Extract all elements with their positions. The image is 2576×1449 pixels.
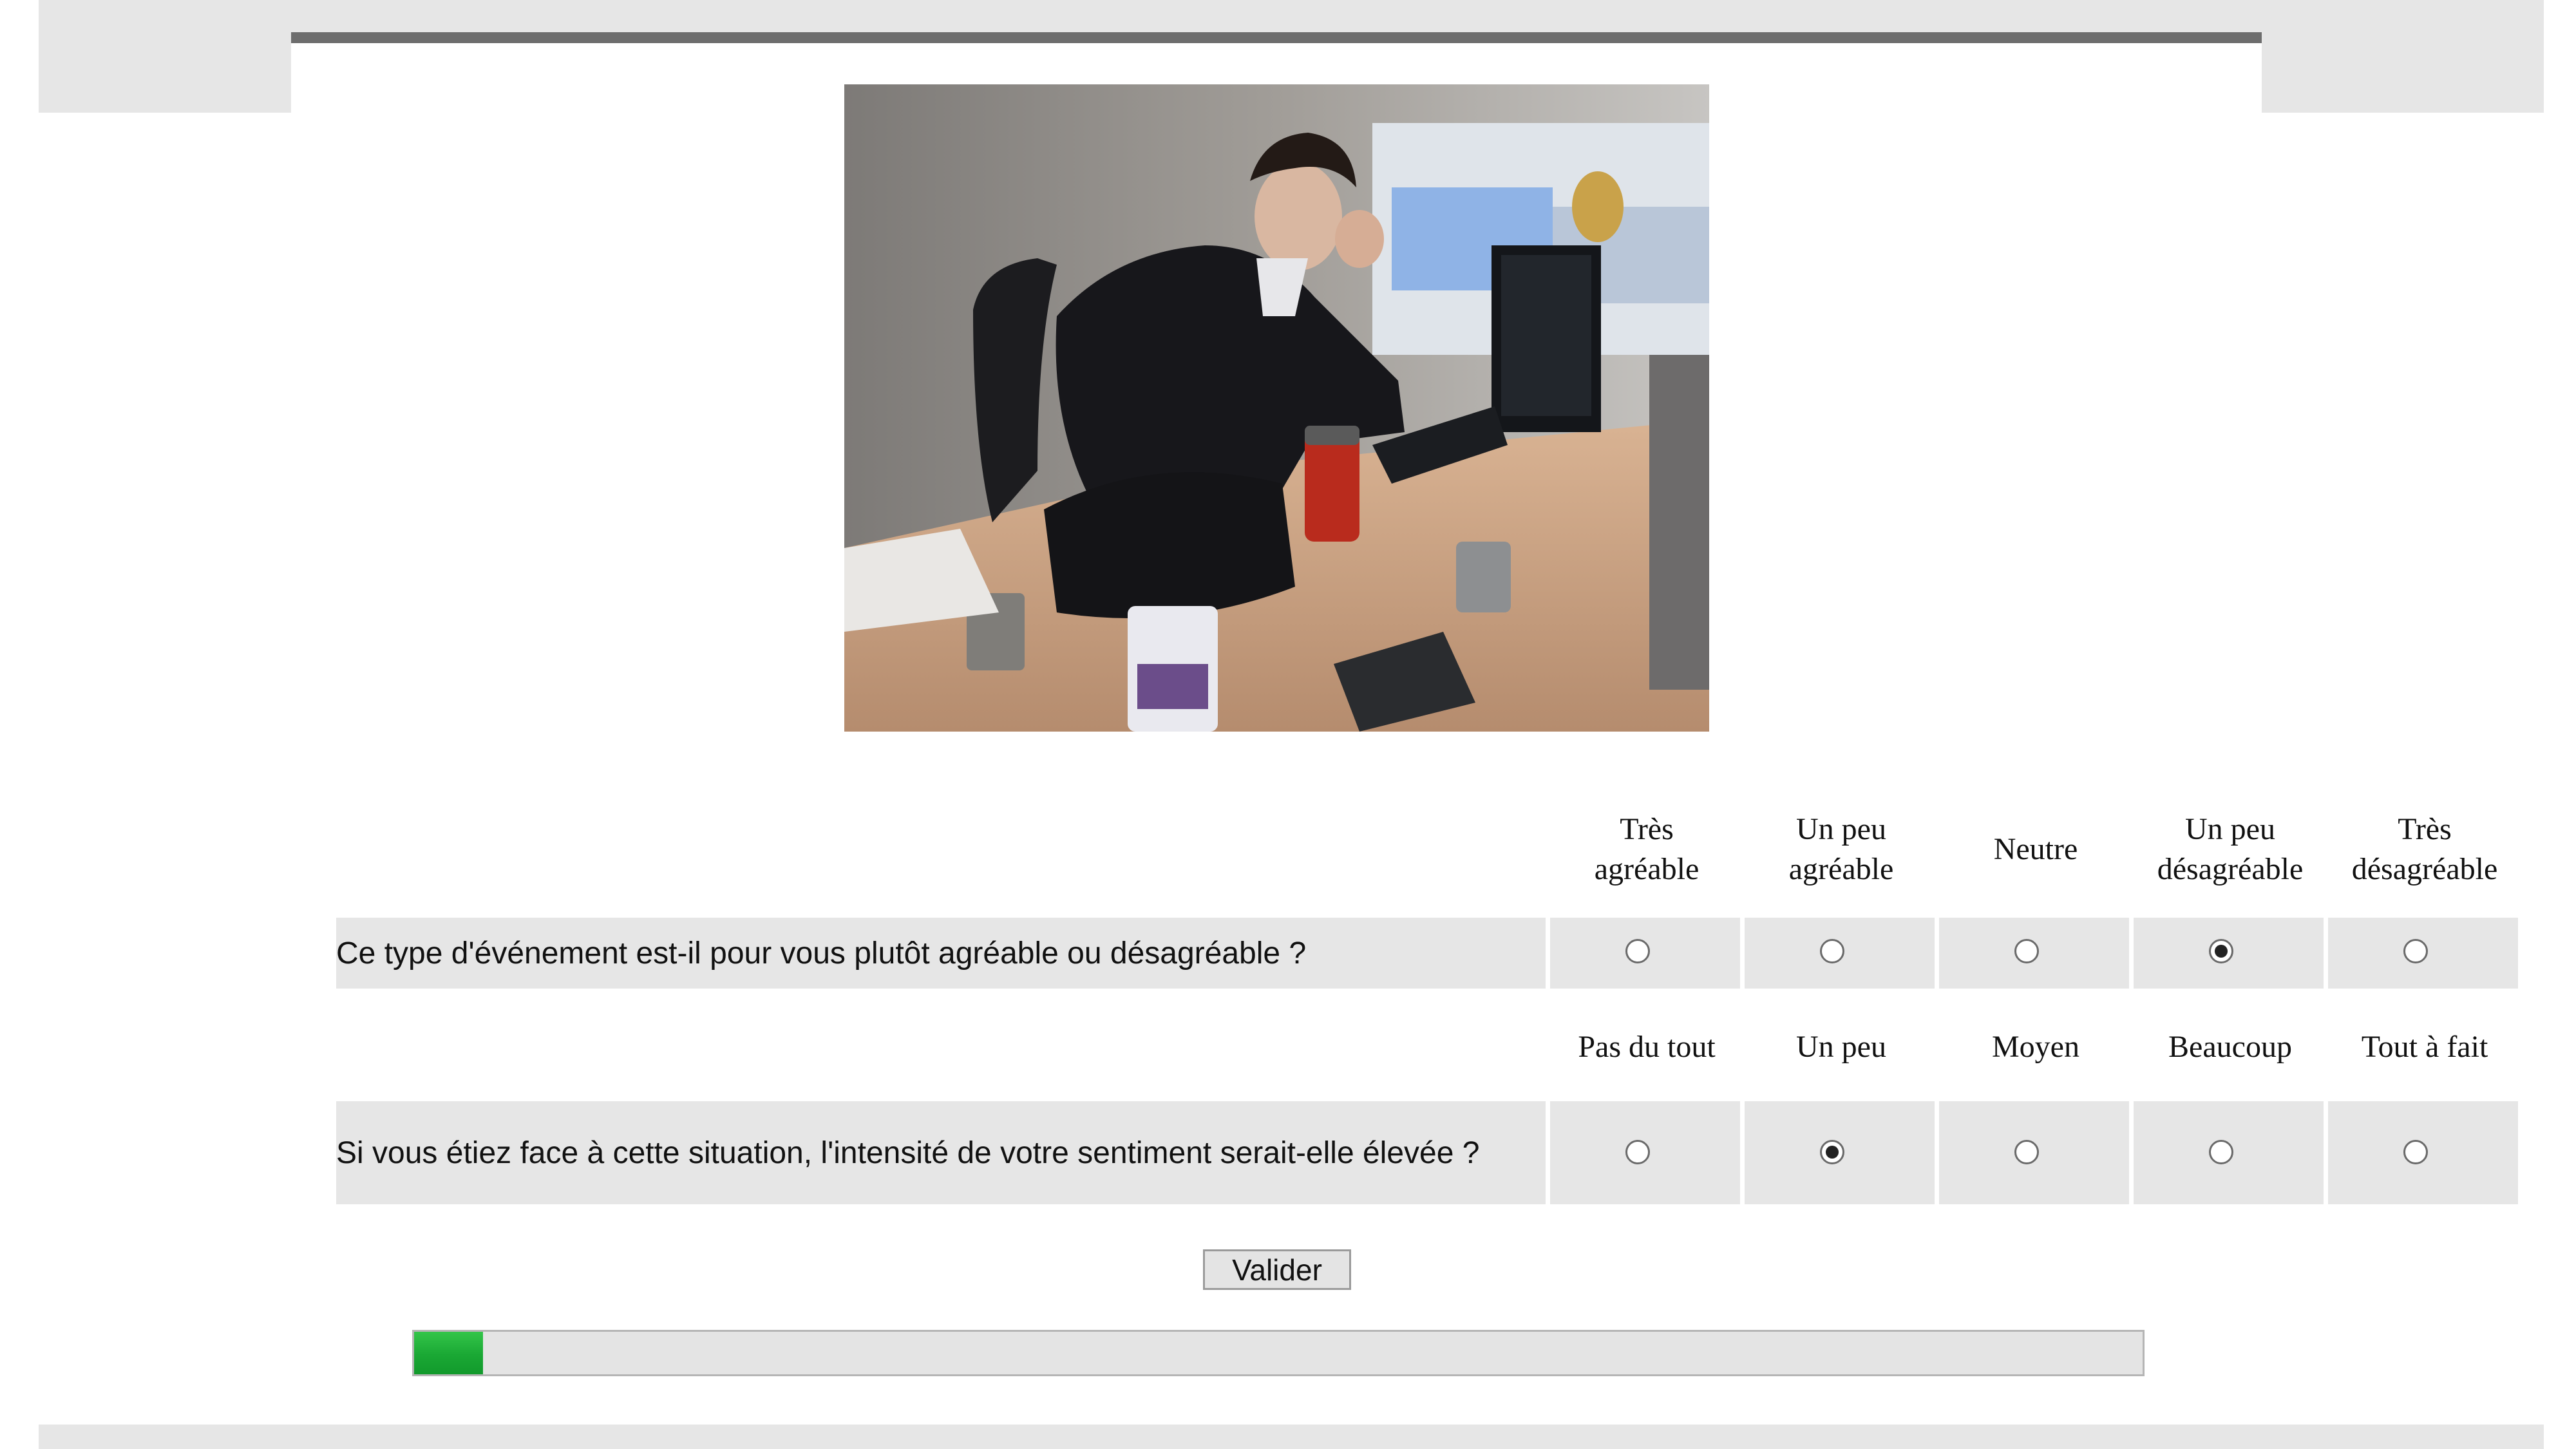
q2-question-text: Si vous étiez face à cette situation, l'… (336, 1135, 1480, 1170)
q1-option-label-neutral: Neutre (1993, 832, 2078, 866)
progress-bar-fill (414, 1332, 484, 1374)
q1-option-label-very-pleasant: Très agréable (1594, 812, 1700, 886)
q1-radio-very-pleasant[interactable] (1625, 939, 1650, 963)
q1-radio-neutral[interactable] (2014, 939, 2039, 963)
q1-radio-somewhat-pleasant[interactable] (1820, 939, 1844, 963)
q1-radio-somewhat-unpleasant[interactable] (2209, 939, 2233, 963)
q1-option-label-very-unpleasant: Très désagréable (2351, 812, 2498, 886)
q1-option-label-somewhat-pleasant: Un peu agréable (1788, 812, 1894, 886)
q2-option-label-completely: Tout à fait (2361, 1030, 2488, 1064)
submit-button[interactable]: Valider (1203, 1249, 1351, 1290)
footer-band (39, 1425, 2544, 1449)
q2-radio-completely[interactable] (2403, 1140, 2428, 1164)
header-rule (291, 32, 2262, 43)
q2-option-label-medium: Moyen (1992, 1030, 2079, 1064)
q2-radio-a-little[interactable] (1820, 1140, 1844, 1164)
q2-option-label-a-lot: Beaucoup (2168, 1030, 2292, 1064)
q2-radio-a-lot[interactable] (2209, 1140, 2233, 1164)
q2-option-label-a-little: Un peu (1796, 1030, 1886, 1064)
office-scene-image (844, 84, 1709, 732)
q1-question-text: Ce type d'événement est-il pour vous plu… (336, 936, 1307, 971)
q1-radio-very-unpleasant[interactable] (2403, 939, 2428, 963)
progress-bar (412, 1330, 2145, 1376)
q2-radio-not-at-all[interactable] (1625, 1140, 1650, 1164)
q2-option-label-not-at-all: Pas du tout (1578, 1030, 1716, 1064)
q2-radio-medium[interactable] (2014, 1140, 2039, 1164)
q1-option-label-somewhat-unpleasant: Un peu désagréable (2157, 812, 2304, 886)
stimulus-photo (844, 84, 1709, 732)
